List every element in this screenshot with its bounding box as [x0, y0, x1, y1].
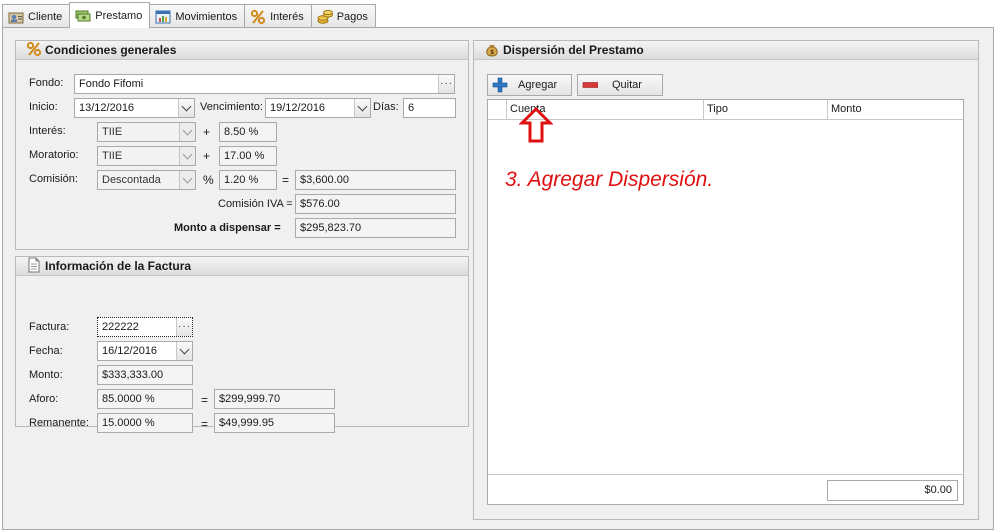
moratorio-tipo-dropdown[interactable]	[179, 147, 195, 165]
aforo-value-field[interactable]: $299,999.70	[214, 389, 335, 409]
chevron-down-icon	[179, 344, 190, 354]
arrow-up-icon	[519, 106, 553, 143]
moratorio-label: Moratorio:	[29, 149, 79, 161]
svg-text:$: $	[490, 49, 494, 56]
condiciones-generales-group: Condiciones generales Fondo: Fondo Fifom…	[15, 40, 469, 250]
fondo-field[interactable]: Fondo Fifomi ···	[74, 74, 455, 94]
factura-group: Información de la Factura Factura: 22222…	[15, 256, 469, 433]
group-title: Información de la Factura	[45, 259, 192, 273]
comision-monto-field[interactable]: $3,600.00	[295, 170, 456, 190]
vencimiento-label: Vencimiento:	[200, 101, 263, 113]
grid-footer: $0.00	[488, 474, 963, 504]
column-header-tipo[interactable]: Tipo	[704, 100, 828, 119]
agregar-button[interactable]: Agregar	[487, 74, 572, 96]
equals-sign: =	[201, 417, 209, 431]
fondo-ellipsis-button[interactable]: ···	[438, 75, 454, 93]
remanente-value-field[interactable]: $49,999.95	[214, 413, 335, 433]
minus-icon	[582, 77, 598, 93]
tab-cliente[interactable]: Cliente	[2, 4, 70, 28]
vencimiento-dropdown-button[interactable]	[354, 99, 370, 117]
tab-movimientos[interactable]: Movimientos	[150, 4, 245, 28]
tab-label: Interés	[270, 10, 304, 23]
monto-dispensar-label: Monto a dispensar =	[174, 222, 281, 234]
remanente-label: Remanente:	[29, 417, 89, 429]
inicio-date-picker[interactable]: 13/12/2016	[74, 98, 195, 118]
dias-label: Días:	[373, 101, 399, 113]
vencimiento-date-picker[interactable]: 19/12/2016	[265, 98, 371, 118]
comision-tipo-combo[interactable]: Descontada	[97, 170, 196, 190]
plus-sign: +	[203, 149, 211, 163]
equals-sign: =	[282, 173, 290, 187]
comision-label: Comisión:	[29, 173, 78, 185]
aforo-pct-field[interactable]: 85.0000 %	[97, 389, 193, 409]
chart-window-icon	[155, 9, 171, 25]
group-title: Dispersión del Prestamo	[503, 43, 644, 57]
chevron-down-icon	[182, 125, 193, 135]
fecha-date-picker[interactable]: 16/12/2016	[97, 341, 193, 361]
grid-header: Cuenta Tipo Monto	[488, 100, 963, 120]
inicio-label: Inicio:	[29, 101, 58, 113]
equals-sign: =	[201, 393, 209, 407]
interes-rate-field[interactable]: 8.50 %	[219, 122, 277, 142]
interes-tipo-dropdown[interactable]	[179, 123, 195, 141]
tab-prestamo[interactable]: Prestamo	[69, 2, 151, 28]
monto-label: Monto:	[29, 369, 63, 381]
chevron-down-icon	[182, 173, 193, 183]
factura-header: Información de la Factura	[16, 257, 468, 276]
moratorio-tipo-combo[interactable]: TIIE	[97, 146, 196, 166]
factura-label: Factura:	[29, 321, 70, 333]
remanente-pct-field[interactable]: 15.0000 %	[97, 413, 193, 433]
tab-strip: Cliente Prestamo Movimientos Interés Pag…	[2, 2, 376, 28]
inicio-dropdown-button[interactable]	[178, 99, 194, 117]
total-monto-field: $0.00	[827, 480, 958, 501]
monto-field[interactable]: $333,333.00	[97, 365, 193, 385]
interes-tipo-combo[interactable]: TIIE	[97, 122, 196, 142]
percent-icon	[26, 41, 42, 60]
tab-pagos[interactable]: Pagos	[310, 4, 376, 28]
monto-dispensar-field[interactable]: $295,823.70	[295, 218, 456, 238]
dias-field[interactable]: 6	[403, 98, 456, 118]
tab-label: Cliente	[28, 10, 63, 23]
document-icon	[26, 257, 42, 276]
interes-label: Interés:	[29, 125, 66, 137]
moratorio-rate-field[interactable]: 17.00 %	[219, 146, 277, 166]
prestamo-tab-page: Condiciones generales Fondo: Fondo Fifom…	[2, 27, 994, 530]
plus-icon	[492, 77, 508, 93]
money-bag-icon: $	[484, 41, 500, 60]
percent-sign: %	[203, 173, 214, 187]
money-stack-icon	[75, 8, 91, 24]
fecha-label: Fecha:	[29, 345, 63, 357]
user-card-icon	[8, 9, 24, 25]
condiciones-generales-header: Condiciones generales	[16, 41, 468, 60]
comision-iva-label: Comisión IVA =	[218, 198, 293, 210]
comision-tipo-dropdown[interactable]	[179, 171, 195, 189]
chevron-down-icon	[182, 149, 193, 159]
plus-sign: +	[203, 125, 211, 139]
dispersion-grid[interactable]: Cuenta Tipo Monto $0.00	[487, 99, 964, 505]
tab-label: Movimientos	[175, 10, 238, 23]
fondo-label: Fondo:	[29, 77, 64, 89]
chevron-down-icon	[357, 101, 368, 111]
tab-interes[interactable]: Interés	[244, 4, 311, 28]
comision-iva-field[interactable]: $576.00	[295, 194, 456, 214]
factura-ellipsis-button[interactable]: ···	[176, 318, 192, 336]
tab-label: Pagos	[336, 10, 368, 23]
comision-pct-field[interactable]: 1.20 %	[219, 170, 277, 190]
factura-field[interactable]: 222222 ···	[97, 317, 193, 337]
annotation-text: 3. Agregar Dispersión.	[505, 168, 714, 191]
aforo-label: Aforo:	[29, 393, 59, 405]
coins-icon	[317, 9, 333, 25]
quitar-button[interactable]: Quitar	[577, 74, 663, 96]
group-title: Condiciones generales	[45, 43, 177, 57]
percent-icon	[250, 9, 266, 25]
column-header-monto[interactable]: Monto	[828, 100, 963, 119]
dispersion-header: $ Dispersión del Prestamo	[474, 41, 978, 60]
row-indicator-header	[488, 100, 507, 119]
tab-label: Prestamo	[95, 9, 143, 22]
chevron-down-icon	[181, 101, 192, 111]
fecha-dropdown-button[interactable]	[176, 342, 192, 360]
